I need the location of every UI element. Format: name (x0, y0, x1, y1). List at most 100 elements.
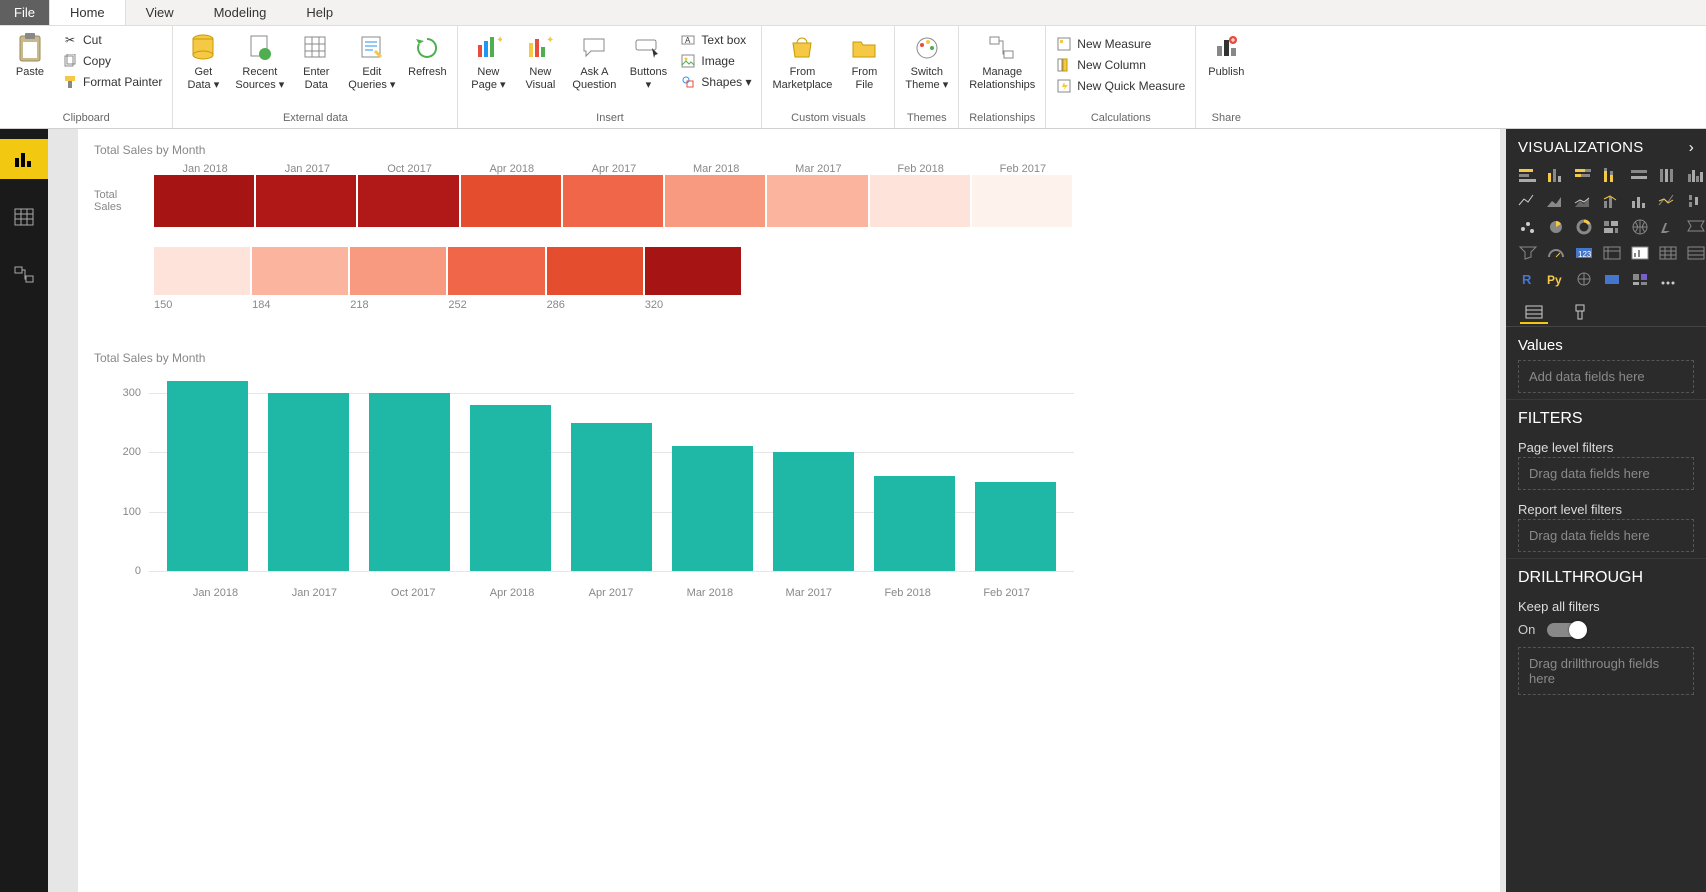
viz-type-18[interactable] (1628, 216, 1652, 238)
heatmap-title: Total Sales by Month (94, 143, 1484, 157)
new-quick-measure-button[interactable]: New Quick Measure (1052, 76, 1189, 96)
edit-queries-button[interactable]: Edit Queries ▾ (344, 30, 399, 93)
viz-type-20[interactable] (1684, 216, 1706, 238)
viz-type-32[interactable] (1628, 268, 1652, 290)
scissors-icon: ✂ (62, 32, 78, 48)
left-nav-model[interactable] (0, 255, 48, 295)
enter-data-button[interactable]: Enter Data (292, 30, 340, 93)
viz-type-16[interactable] (1572, 216, 1596, 238)
textbox-button[interactable]: AText box (676, 30, 755, 50)
page-filters-dropzone[interactable]: Drag data fields here (1518, 457, 1694, 490)
viz-type-30[interactable] (1572, 268, 1596, 290)
viz-type-12[interactable] (1656, 190, 1680, 212)
visual-heatmap[interactable]: Total Sales by Month Jan 2018Jan 2017Oct… (94, 143, 1484, 311)
viz-type-2[interactable] (1572, 164, 1596, 186)
chevron-right-icon[interactable]: › (1689, 139, 1694, 156)
copy-button[interactable]: Copy (58, 51, 166, 71)
menu-tab-modeling[interactable]: Modeling (194, 0, 287, 25)
report-canvas[interactable]: Total Sales by Month Jan 2018Jan 2017Oct… (48, 129, 1506, 892)
report-filters-dropzone[interactable]: Drag data fields here (1518, 519, 1694, 552)
viz-type-26[interactable] (1656, 242, 1680, 264)
keep-all-toggle[interactable] (1547, 623, 1585, 637)
new-visual-button[interactable]: ✦New Visual (516, 30, 564, 93)
heatmap-cell (870, 175, 970, 227)
format-tab[interactable] (1566, 302, 1594, 324)
drillthrough-dropzone[interactable]: Drag drillthrough fields here (1518, 647, 1694, 695)
buttons-button[interactable]: Buttons ▾ (624, 30, 672, 93)
new-measure-button[interactable]: New Measure (1052, 34, 1189, 54)
ribbon-group-share: Publish Share (1196, 26, 1256, 128)
cut-button[interactable]: ✂Cut (58, 30, 166, 50)
viz-type-3[interactable] (1600, 164, 1624, 186)
bar-xlabel: Apr 2017 (562, 587, 661, 599)
menu-tab-home[interactable]: Home (49, 0, 126, 25)
new-column-button[interactable]: New Column (1052, 55, 1189, 75)
image-button[interactable]: Image (676, 51, 755, 71)
file-label: From File (852, 66, 878, 91)
manage-rel-label: Manage Relationships (969, 66, 1035, 91)
ask-question-button[interactable]: Ask A Question (568, 30, 620, 93)
visual-barchart[interactable]: Total Sales by Month 0100200300 Jan 2018… (94, 351, 1074, 599)
get-data-button[interactable]: Get Data ▾ (179, 30, 227, 93)
bar-xlabel: Mar 2017 (759, 587, 858, 599)
from-file-button[interactable]: From File (840, 30, 888, 93)
viz-type-19[interactable] (1656, 216, 1680, 238)
viz-type-21[interactable] (1516, 242, 1540, 264)
svg-text:123: 123 (1578, 250, 1592, 259)
viz-type-13[interactable] (1684, 190, 1706, 212)
viz-type-4[interactable] (1628, 164, 1652, 186)
viz-type-0[interactable] (1516, 164, 1540, 186)
viz-type-27[interactable] (1684, 242, 1706, 264)
publish-button[interactable]: Publish (1202, 30, 1250, 81)
paste-button[interactable]: Paste (6, 30, 54, 81)
scale-tick: 218 (350, 299, 448, 311)
fields-tab[interactable] (1520, 302, 1548, 324)
viz-type-7[interactable] (1516, 190, 1540, 212)
measure-icon (1056, 36, 1072, 52)
column-label: New Column (1077, 58, 1146, 72)
viz-type-22[interactable] (1544, 242, 1568, 264)
left-nav-data[interactable] (0, 197, 48, 237)
viz-type-1[interactable] (1544, 164, 1568, 186)
menu-tab-view[interactable]: View (126, 0, 194, 25)
vispane-title: VISUALIZATIONS (1518, 139, 1644, 156)
switch-theme-button[interactable]: Switch Theme ▾ (901, 30, 952, 93)
left-nav-report[interactable] (0, 139, 48, 179)
heatmap-xlabel: Jan 2017 (256, 163, 358, 175)
manage-relationships-button[interactable]: Manage Relationships (965, 30, 1039, 93)
from-marketplace-button[interactable]: From Marketplace (768, 30, 836, 93)
viz-type-8[interactable] (1544, 190, 1568, 212)
viz-type-11[interactable] (1628, 190, 1652, 212)
viz-type-10[interactable] (1600, 190, 1624, 212)
bar-ytick: 200 (105, 446, 141, 458)
viz-type-17[interactable] (1600, 216, 1624, 238)
new-page-button[interactable]: ✦New Page ▾ (464, 30, 512, 93)
viz-type-28[interactable]: R (1516, 268, 1540, 290)
menu-file[interactable]: File (0, 0, 49, 25)
textbox-label: Text box (701, 33, 746, 47)
viz-type-9[interactable] (1572, 190, 1596, 212)
heatmap-cell (972, 175, 1072, 227)
group-label-external: External data (179, 110, 451, 126)
viz-type-31[interactable] (1600, 268, 1624, 290)
viz-type-5[interactable] (1656, 164, 1680, 186)
bar (369, 393, 450, 571)
viz-type-33[interactable] (1656, 268, 1680, 290)
refresh-button[interactable]: Refresh (403, 30, 451, 81)
viz-type-23[interactable]: 123 (1572, 242, 1596, 264)
viz-type-29[interactable]: Py (1544, 268, 1568, 290)
viz-type-24[interactable] (1600, 242, 1624, 264)
shapes-button[interactable]: Shapes ▾ (676, 72, 755, 92)
bar-xlabel: Oct 2017 (364, 587, 463, 599)
heatmap-cell (767, 175, 867, 227)
viz-type-15[interactable] (1544, 216, 1568, 238)
format-painter-button[interactable]: Format Painter (58, 72, 166, 92)
report-page: Total Sales by Month Jan 2018Jan 2017Oct… (78, 129, 1500, 892)
viz-type-25[interactable] (1628, 242, 1652, 264)
recent-sources-button[interactable]: Recent Sources ▾ (231, 30, 288, 93)
values-dropzone[interactable]: Add data fields here (1518, 360, 1694, 393)
menu-tab-help[interactable]: Help (286, 0, 353, 25)
viz-type-14[interactable] (1516, 216, 1540, 238)
viz-type-6[interactable] (1684, 164, 1706, 186)
heatmap-xlabel: Apr 2017 (563, 163, 665, 175)
